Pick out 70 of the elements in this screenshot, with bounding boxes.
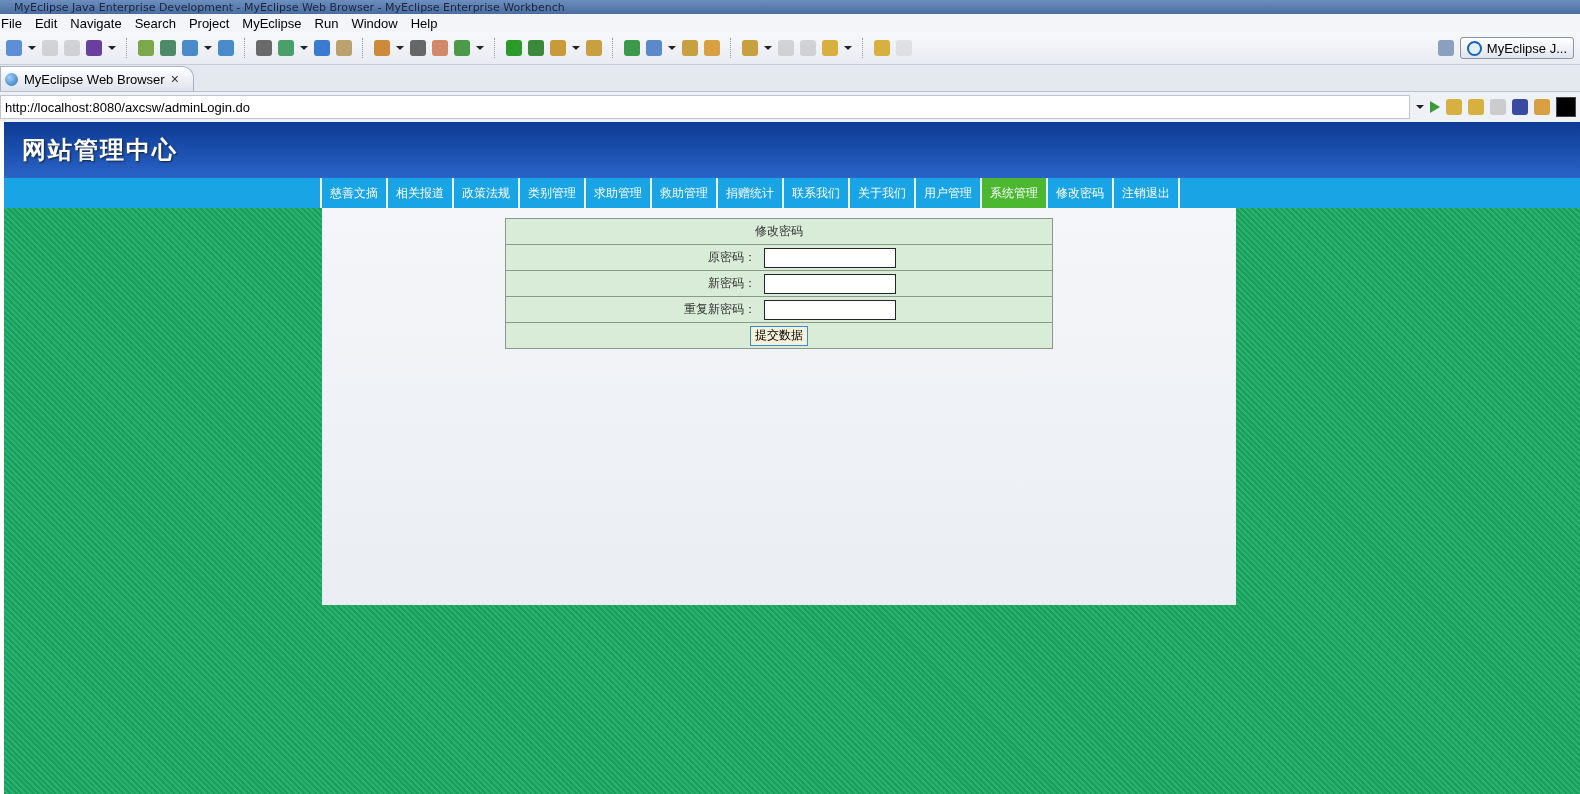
- toolbar-icon[interactable]: [278, 40, 294, 56]
- toolbar-icon[interactable]: [42, 40, 58, 56]
- toolbar-icon[interactable]: [182, 40, 198, 56]
- site-title: 网站管理中心: [22, 135, 178, 166]
- field-label: 重复新密码：: [683, 301, 757, 318]
- password-field[interactable]: [764, 273, 896, 294]
- toolbar-icon[interactable]: [160, 40, 176, 56]
- toolbar-icon[interactable]: [86, 40, 102, 56]
- toolbar-icon[interactable]: [64, 40, 80, 56]
- toolbar-icon[interactable]: [432, 40, 448, 56]
- caret-icon[interactable]: [108, 46, 116, 50]
- globe-icon: [5, 72, 18, 86]
- window-title: MyEclipse Java Enterprise Development - MyEclipse Web Browser - MyEclipse Enterprise Workbench: [14, 0, 565, 14]
- menu-item[interactable]: Search: [128, 15, 183, 31]
- toolbar-icon[interactable]: [410, 40, 426, 56]
- toolbar-icon[interactable]: [506, 40, 522, 56]
- toolbar-icon[interactable]: [550, 40, 566, 56]
- menu-item[interactable]: Navigate: [64, 15, 129, 31]
- toolbar-icon[interactable]: [586, 40, 602, 56]
- toolbar-icon[interactable]: [682, 40, 698, 56]
- caret-icon[interactable]: [668, 46, 676, 50]
- toolbar-icon[interactable]: [218, 40, 234, 56]
- password-field[interactable]: [764, 247, 896, 268]
- toolbar-icon[interactable]: [314, 40, 330, 56]
- caret-icon[interactable]: [396, 46, 404, 50]
- toolbar-icon[interactable]: [874, 40, 890, 56]
- toolbar-icon[interactable]: [374, 40, 390, 56]
- editor-tab[interactable]: MyEclipse Web Browser ×: [0, 66, 194, 91]
- toolbar-icon[interactable]: [646, 40, 662, 56]
- toolbar-icon[interactable]: [822, 40, 838, 56]
- caret-icon[interactable]: [476, 46, 484, 50]
- menu-item[interactable]: Project: [182, 15, 237, 31]
- toolbar-icon[interactable]: [704, 40, 720, 56]
- menu-item[interactable]: Edit: [28, 15, 65, 31]
- menu-item[interactable]: Help: [404, 15, 445, 31]
- caret-icon[interactable]: [844, 46, 852, 50]
- menu-item[interactable]: MyEclipse: [236, 15, 309, 31]
- toolbar-icon[interactable]: [336, 40, 352, 56]
- menu-item[interactable]: Run: [308, 15, 346, 31]
- toolbar-icon[interactable]: [6, 40, 22, 56]
- caret-icon[interactable]: [204, 46, 212, 50]
- dropdown-icon[interactable]: [1416, 105, 1424, 109]
- menu-item[interactable]: File: [0, 15, 29, 31]
- toolbar-icon[interactable]: [778, 40, 794, 56]
- tab-label: MyEclipse Web Browser: [24, 71, 165, 87]
- password-field[interactable]: [764, 299, 896, 320]
- close-button[interactable]: ×: [170, 72, 179, 86]
- toolbar-icon[interactable]: [1556, 97, 1576, 117]
- toolbar-icon[interactable]: [1446, 99, 1462, 115]
- form-title: 修改密码: [754, 223, 804, 240]
- address-field[interactable]: http://localhost:8080/axcsw/adminLogin.do: [0, 95, 1410, 119]
- caret-icon[interactable]: [28, 46, 36, 50]
- perspective-button[interactable]: MyEclipse J...: [1459, 37, 1574, 59]
- toolbar-icon[interactable]: [256, 40, 272, 56]
- menu-item[interactable]: Window: [345, 15, 405, 31]
- toolbar-icon[interactable]: [528, 40, 544, 56]
- toolbar-icon[interactable]: [1437, 40, 1454, 56]
- caret-icon[interactable]: [300, 46, 308, 50]
- toolbar-icon[interactable]: [454, 40, 470, 56]
- caret-icon[interactable]: [764, 46, 772, 50]
- toolbar-icon[interactable]: [138, 40, 154, 56]
- toolbar-icon[interactable]: [624, 40, 640, 56]
- submit-button[interactable]: 提交数据: [750, 325, 808, 346]
- toolbar-icon[interactable]: [800, 40, 816, 56]
- toolbar-icon[interactable]: [742, 40, 758, 56]
- field-label: 新密码：: [707, 275, 757, 292]
- logo-icon: [1466, 40, 1482, 56]
- caret-icon[interactable]: [572, 46, 580, 50]
- toolbar-icon[interactable]: [896, 40, 912, 56]
- field-label: 原密码：: [707, 249, 757, 266]
